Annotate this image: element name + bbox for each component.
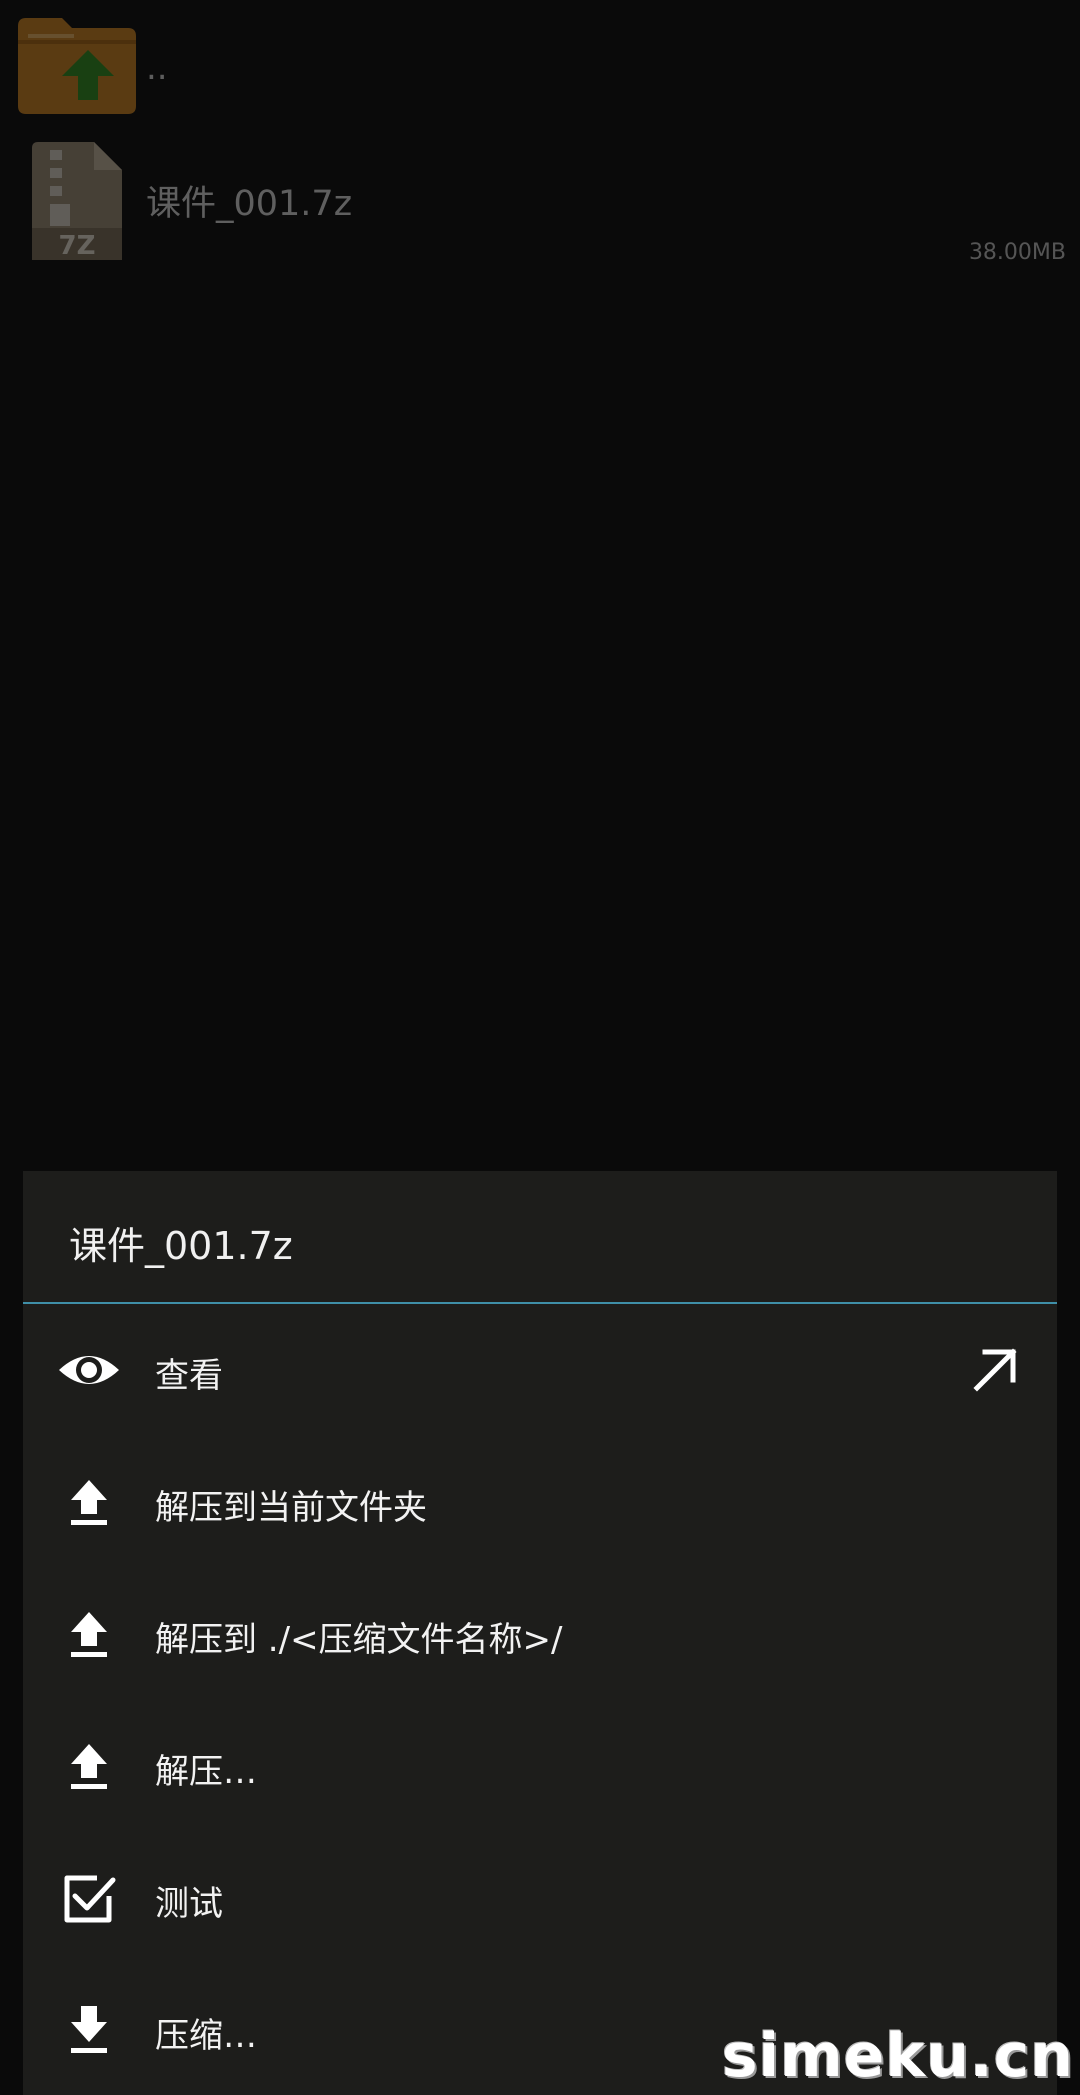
menu-item-label: 解压…	[155, 1752, 257, 1792]
menu-item-extract-to-folder[interactable]: 解压到 ./<压缩文件名称>/	[23, 1568, 1057, 1700]
archive-file-name: 课件_001.7z	[146, 184, 353, 224]
checkbox-checked-icon	[64, 1875, 116, 1923]
extract-up-icon	[71, 1480, 107, 1525]
eye-icon	[59, 1356, 119, 1384]
folder-up-icon	[18, 18, 136, 114]
screen: .. 7Z 课件_001.7z 38.00MB 课件_001.7z 查看 解压到…	[0, 0, 1080, 2095]
file-action-menu: 课件_001.7z 查看 解压到当前文件夹 解压到 ./<压缩文件名称>/ 解压…	[23, 1171, 1057, 2095]
menu-item-label: 解压到 ./<压缩文件名称>/	[155, 1620, 563, 1660]
file-list: .. 7Z 课件_001.7z 38.00MB	[0, 0, 1080, 1160]
menu-item-label: 测试	[155, 1884, 223, 1924]
menu-item-extract[interactable]: 解压…	[23, 1700, 1057, 1832]
compress-down-icon	[71, 2006, 107, 2053]
menu-item-view[interactable]: 查看	[23, 1304, 1057, 1436]
file-row-archive[interactable]: 7Z 课件_001.7z 38.00MB	[0, 130, 1080, 270]
open-external-arrow-icon[interactable]	[969, 1344, 1021, 1396]
parent-folder-name: ..	[146, 48, 168, 88]
menu-item-extract-here[interactable]: 解压到当前文件夹	[23, 1436, 1057, 1568]
archive-file-size: 38.00MB	[968, 240, 1066, 265]
watermark: simeku.cn	[721, 2021, 1074, 2091]
menu-item-label: 压缩…	[155, 2016, 257, 2056]
file-row-parent[interactable]: ..	[0, 0, 1080, 130]
menu-header: 课件_001.7z	[23, 1171, 1057, 1304]
menu-item-test[interactable]: 测试	[23, 1832, 1057, 1964]
archive-type-badge: 7Z	[59, 231, 96, 260]
7z-archive-icon: 7Z	[32, 142, 122, 260]
menu-item-label: 解压到当前文件夹	[155, 1488, 427, 1528]
extract-up-icon	[71, 1612, 107, 1657]
extract-up-icon	[71, 1744, 107, 1789]
menu-item-label: 查看	[155, 1356, 223, 1396]
menu-title: 课件_001.7z	[69, 1224, 293, 1268]
